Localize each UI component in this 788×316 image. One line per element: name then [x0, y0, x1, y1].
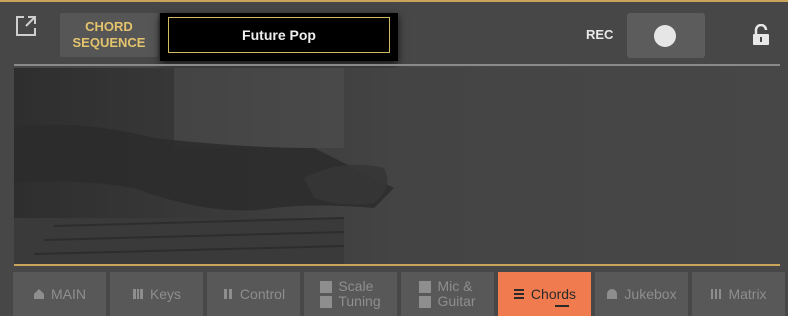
tab-scale-label: Scale	[338, 278, 374, 294]
jukebox-icon	[607, 289, 618, 299]
tab-keys-label: Keys	[149, 286, 182, 302]
app-window: CHORD SEQUENCE Future Pop REC MAIN Keys …	[0, 0, 788, 316]
keys-icon	[132, 289, 143, 299]
tab-main-label: MAIN	[51, 286, 86, 302]
rec-toggle[interactable]	[627, 13, 705, 58]
expand-icon[interactable]	[14, 14, 38, 38]
title-display[interactable]: Future Pop	[160, 13, 398, 61]
tab-bar: MAIN Keys Control Scale Tuning Mic & Gui…	[13, 272, 785, 316]
tab-main[interactable]: MAIN	[13, 272, 106, 316]
tab-chords-label: Chords	[530, 286, 577, 302]
scale-icon	[320, 280, 333, 293]
tab-keys[interactable]: Keys	[110, 272, 203, 316]
home-icon	[34, 289, 44, 299]
tab-tuning-label: Tuning	[338, 293, 381, 309]
guitar-icon	[419, 295, 432, 308]
page-title: Future Pop	[168, 17, 390, 53]
chord-sequence-label-line2: SEQUENCE	[72, 35, 146, 50]
tab-chords[interactable]: Chords	[498, 272, 591, 316]
rec-label: REC	[586, 27, 614, 42]
tab-matrix-label: Matrix	[728, 286, 767, 302]
background-photo	[14, 68, 780, 264]
piano-hands-image	[14, 68, 780, 264]
active-tab-underline	[554, 305, 569, 307]
chords-icon	[513, 289, 524, 299]
top-divider	[14, 64, 780, 66]
tab-guitar-label: Guitar	[437, 293, 476, 309]
control-icon	[223, 289, 232, 299]
tab-control-label: Control	[239, 286, 286, 302]
tab-mic-label: Mic &	[437, 278, 473, 294]
unlock-icon[interactable]	[752, 24, 770, 46]
tuning-icon	[320, 295, 333, 308]
tab-matrix[interactable]: Matrix	[692, 272, 785, 316]
tab-jukebox[interactable]: Jukebox	[595, 272, 688, 316]
tab-scale-tuning[interactable]: Scale Tuning	[304, 272, 397, 316]
chord-sequence-button[interactable]: CHORD SEQUENCE	[60, 13, 158, 57]
bottom-divider	[14, 264, 780, 266]
tab-jukebox-label: Jukebox	[624, 286, 677, 302]
rec-toggle-knob	[654, 25, 676, 47]
tab-mic-guitar[interactable]: Mic & Guitar	[401, 272, 494, 316]
matrix-icon	[711, 289, 722, 299]
tab-control[interactable]: Control	[207, 272, 300, 316]
mic-icon	[419, 280, 432, 293]
chord-sequence-label-line1: CHORD	[85, 19, 133, 34]
